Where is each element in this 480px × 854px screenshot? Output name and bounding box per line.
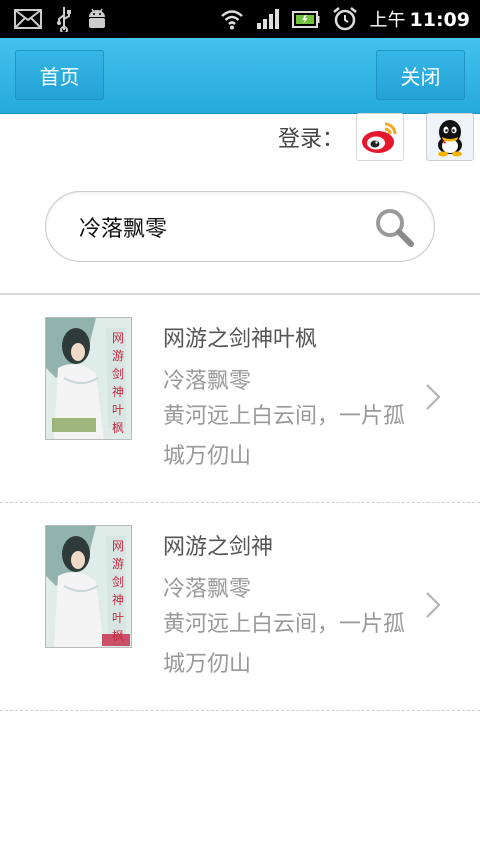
chevron-right-icon bbox=[426, 592, 441, 618]
book-title: 网游之剑神叶枫 bbox=[163, 327, 318, 352]
clock: 上午 11:09 bbox=[370, 6, 470, 32]
login-label: 登录： bbox=[277, 127, 344, 152]
svg-text:神: 神 bbox=[112, 385, 124, 399]
status-bar-notifications bbox=[14, 6, 108, 32]
book-description: 黄河远上白云间，一片孤城万仞山 bbox=[163, 612, 406, 677]
android-debug-icon bbox=[89, 8, 105, 28]
book-description: 黄河远上白云间，一片孤城万仞山 bbox=[163, 404, 406, 469]
battery-icon bbox=[291, 11, 320, 28]
chevron-right-icon bbox=[426, 384, 441, 410]
qq-icon[interactable] bbox=[426, 113, 474, 161]
usb-icon bbox=[57, 7, 71, 32]
divider bbox=[0, 710, 480, 711]
wifi-icon bbox=[220, 10, 243, 30]
svg-text:叶: 叶 bbox=[112, 403, 124, 417]
book-title: 网游之剑神 bbox=[163, 535, 274, 560]
clock-time: 11:09 bbox=[409, 9, 470, 31]
book-author: 冷落飘零 bbox=[163, 369, 252, 394]
book-cover: 网 游 剑 神 叶 枫 bbox=[45, 317, 132, 440]
svg-text:游: 游 bbox=[112, 557, 124, 571]
svg-text:网: 网 bbox=[112, 331, 124, 345]
book-cover: 网 游 剑 神 叶 枫 bbox=[45, 525, 132, 648]
search-icon[interactable] bbox=[373, 206, 417, 250]
home-button[interactable]: 首页 bbox=[15, 50, 104, 100]
search-input[interactable] bbox=[79, 208, 359, 246]
mail-icon bbox=[14, 9, 42, 29]
list-item[interactable]: 网 游 剑 神 叶 枫 网游之剑神叶枫 冷落飘零 黄河远上白云间，一片孤城万仞山 bbox=[0, 295, 480, 503]
close-button[interactable]: 关闭 bbox=[376, 50, 465, 100]
login-row: 登录： bbox=[278, 112, 474, 162]
status-bar-system: 上午 11:09 bbox=[220, 6, 470, 32]
clock-ampm: 上午 bbox=[369, 10, 406, 31]
signal-icon bbox=[256, 9, 279, 29]
svg-text:剑: 剑 bbox=[112, 366, 124, 381]
svg-text:网: 网 bbox=[112, 539, 124, 553]
alarm-icon bbox=[332, 7, 357, 31]
status-bar: 上午 11:09 bbox=[0, 0, 480, 38]
list-item[interactable]: 网 游 剑 神 叶 枫 网游之剑神 冷落飘零 黄河远上白云间，一片孤城万仞山 bbox=[0, 503, 480, 711]
app-header: 首页 关闭 bbox=[0, 38, 480, 114]
weibo-icon[interactable] bbox=[356, 113, 404, 161]
book-author: 冷落飘零 bbox=[163, 577, 252, 602]
svg-text:枫: 枫 bbox=[112, 420, 124, 435]
svg-text:神: 神 bbox=[112, 593, 124, 607]
search-box bbox=[45, 191, 435, 262]
svg-text:游: 游 bbox=[112, 349, 124, 363]
svg-text:剑: 剑 bbox=[112, 574, 124, 589]
svg-text:叶: 叶 bbox=[112, 611, 124, 625]
